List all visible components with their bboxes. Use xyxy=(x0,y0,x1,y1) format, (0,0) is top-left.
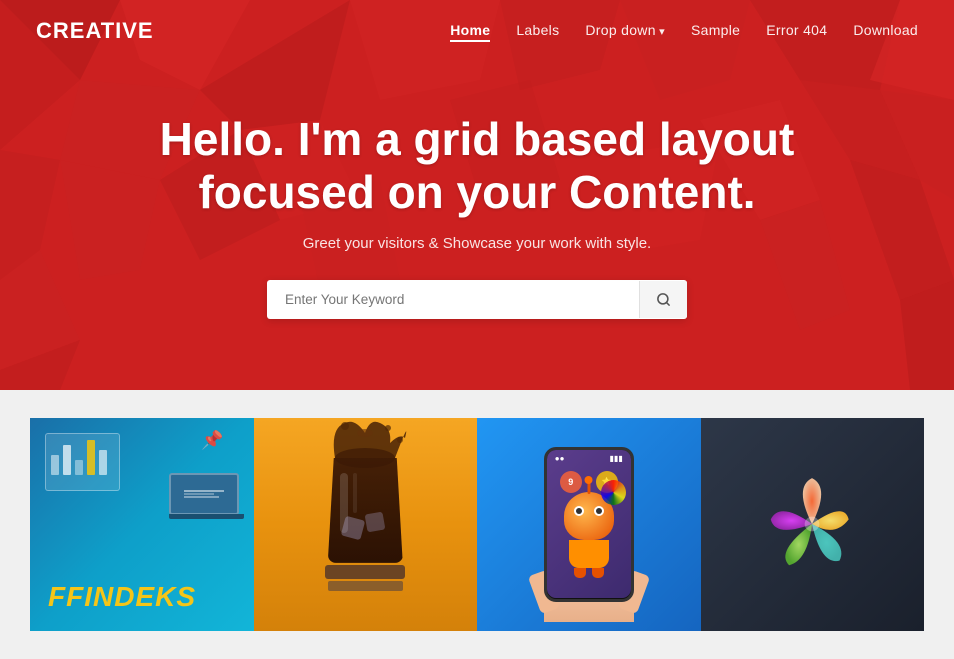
battery-icon: ▮▮▮ xyxy=(610,454,623,463)
laptop-screen xyxy=(169,473,239,515)
antenna xyxy=(587,480,590,494)
hero-title: Hello. I'm a grid based layout focused o… xyxy=(127,113,827,219)
search-button[interactable] xyxy=(639,281,687,318)
nav-item-labels[interactable]: Labels xyxy=(516,22,559,40)
score-badge: 9 xyxy=(560,471,582,493)
grid-item-findeks[interactable]: 📌 fFINDEKS xyxy=(30,418,254,631)
eye-right xyxy=(594,506,604,516)
findeks-screen xyxy=(45,433,120,491)
laptop-decoration xyxy=(169,473,239,523)
brand-logo[interactable]: CREATIVE xyxy=(36,18,154,44)
nav-link-download[interactable]: Download xyxy=(853,22,918,38)
cookie-layer xyxy=(328,581,403,591)
hero-subtitle: Greet your visitors & Showcase your work… xyxy=(303,235,651,252)
chart-bars xyxy=(46,434,119,478)
findeks-f: f xyxy=(48,581,66,612)
ice-cube xyxy=(341,516,365,540)
line xyxy=(184,496,219,498)
bar xyxy=(99,450,107,475)
pupil xyxy=(596,508,602,514)
bar xyxy=(51,455,59,475)
findeks-title: fFINDEKS xyxy=(48,581,196,613)
findeks-title-container: fFINDEKS xyxy=(48,581,196,613)
laptop-content xyxy=(184,489,224,499)
nav-item-download[interactable]: Download xyxy=(853,22,918,40)
hero-content: Hello. I'm a grid based layout focused o… xyxy=(0,62,954,390)
phone-device: ●● ▮▮▮ 9 ⭐ xyxy=(544,447,634,602)
eye-left xyxy=(574,506,584,516)
phone-screen: ●● ▮▮▮ 9 ⭐ xyxy=(547,450,631,598)
grid-item-game[interactable]: ●● ▮▮▮ 9 ⭐ xyxy=(477,418,701,631)
glass-shine2 xyxy=(353,473,357,513)
nav-item-error[interactable]: Error 404 xyxy=(766,22,827,40)
nav-link-labels[interactable]: Labels xyxy=(516,22,559,38)
nav-item-home[interactable]: Home xyxy=(450,22,490,40)
search-icon xyxy=(656,292,671,307)
leg xyxy=(574,568,586,578)
nav-link-sample[interactable]: Sample xyxy=(691,22,740,38)
findeks-label: FINDEKS xyxy=(66,581,196,612)
hero-section: CREATIVE Home Labels Drop down Sample Er… xyxy=(0,0,954,390)
drink-container xyxy=(325,458,405,591)
laptop-base xyxy=(169,514,244,519)
ice-cube xyxy=(364,511,385,532)
grid-section: 📌 fFINDEKS xyxy=(0,390,954,659)
character-legs xyxy=(564,568,614,578)
character-body xyxy=(569,540,609,568)
color-wheel xyxy=(601,480,626,505)
nav-link-error[interactable]: Error 404 xyxy=(766,22,827,38)
drink-glass xyxy=(328,458,403,563)
antenna-ball xyxy=(585,476,593,484)
grid-item-drink[interactable] xyxy=(254,418,478,631)
cookie-base xyxy=(325,565,405,579)
line xyxy=(184,490,224,492)
logo-design xyxy=(757,469,867,579)
bar xyxy=(75,460,83,475)
leg xyxy=(592,568,604,578)
phone-container: ●● ▮▮▮ 9 ⭐ xyxy=(544,447,634,602)
navbar: CREATIVE Home Labels Drop down Sample Er… xyxy=(0,0,954,62)
search-bar xyxy=(267,280,687,319)
pupil xyxy=(576,508,582,514)
logo-svg xyxy=(757,469,867,579)
wifi-icon: ●● xyxy=(555,454,565,463)
nav-link-home[interactable]: Home xyxy=(450,22,490,42)
search-input[interactable] xyxy=(267,280,639,319)
nav-link-dropdown[interactable]: Drop down xyxy=(585,22,665,38)
nav-item-dropdown[interactable]: Drop down xyxy=(585,22,665,40)
game-character xyxy=(564,492,614,578)
bar xyxy=(63,445,71,475)
grid-item-logo[interactable] xyxy=(701,418,925,631)
nav-links: Home Labels Drop down Sample Error 404 D… xyxy=(450,22,918,40)
line xyxy=(184,493,214,495)
bar xyxy=(87,440,95,475)
pin-icon: 📌 xyxy=(201,430,223,451)
status-bar: ●● ▮▮▮ xyxy=(547,450,631,467)
nav-item-sample[interactable]: Sample xyxy=(691,22,740,40)
